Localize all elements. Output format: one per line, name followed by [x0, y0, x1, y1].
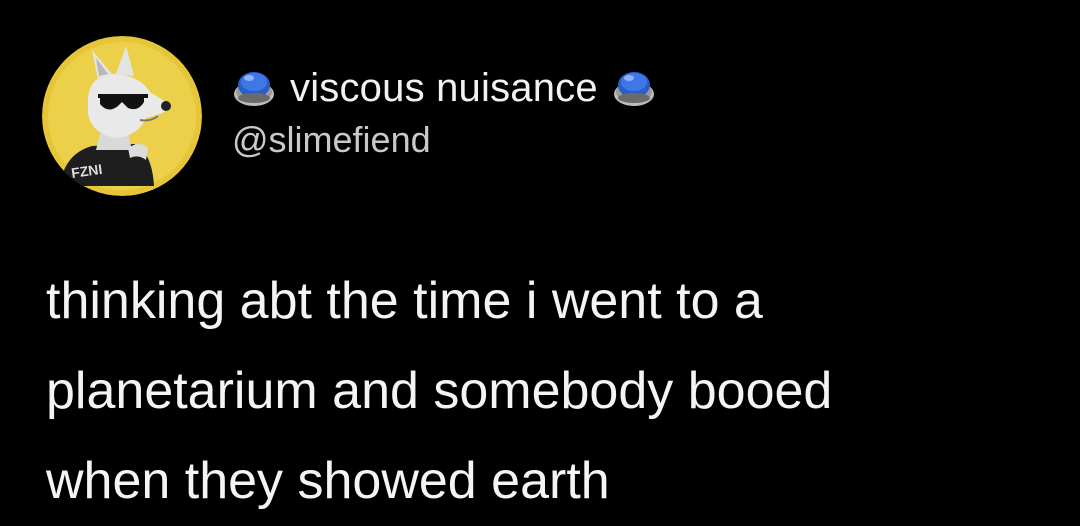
tweet-text-line: when they showed earth [46, 452, 610, 510]
tweet-card: FZNI viscous nuisance @slimefiend thinki… [0, 0, 1080, 522]
profile-avatar[interactable]: FZNI [42, 36, 202, 196]
author-display-name[interactable]: viscous nuisance [290, 68, 598, 108]
author-handle[interactable]: @slimefiend [232, 122, 431, 158]
tweet-text-line: planetarium and somebody booed [46, 362, 833, 420]
tweet-body: thinking abt the time i went to a planet… [46, 256, 1046, 526]
author-name-row: viscous nuisance [232, 64, 656, 112]
blue-button-emoji-icon [612, 68, 656, 108]
tweet-text-line: thinking abt the time i went to a [46, 272, 763, 330]
blue-button-emoji-icon [232, 68, 276, 108]
wolf-avatar-icon: FZNI [42, 36, 202, 196]
